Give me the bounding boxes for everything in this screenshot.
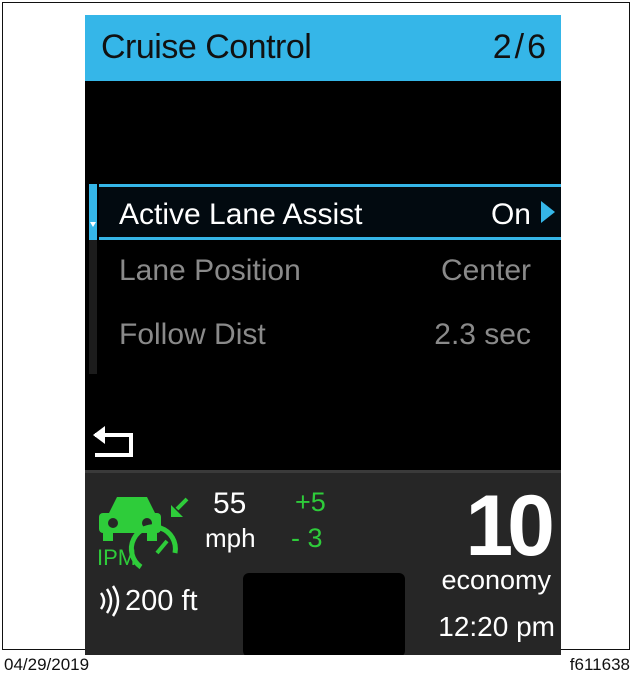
scrollbar[interactable] <box>89 184 97 374</box>
figure-id: f611638 <box>569 655 630 674</box>
status-panel: IPM 55 mph +5 - 3 10 economy 12:20 pm 20… <box>85 473 561 655</box>
menu-item-value: On <box>490 198 531 231</box>
page-indicator: 2/6 <box>492 28 549 66</box>
display-screen: Cruise Control 2/6 Active Lane Assist On… <box>85 15 561 655</box>
menu-item-value: 2.3 sec <box>434 318 531 351</box>
menu-item-value: Center <box>440 254 531 287</box>
blank-display-area <box>243 573 405 655</box>
page-title: Cruise Control <box>101 28 312 66</box>
speed-offset-minus: - 3 <box>291 523 323 553</box>
menu-item-label: Lane Position <box>119 254 301 287</box>
document-date: 04/29/2019 <box>4 655 90 674</box>
menu-item-lane-position[interactable]: Lane Position Center <box>99 243 561 299</box>
ipm-indicator: IPM <box>95 483 195 575</box>
speed-offset-plus: +5 <box>295 487 326 517</box>
menu-item-follow-dist[interactable]: Follow Dist 2.3 sec <box>99 307 561 363</box>
ipm-label: IPM <box>97 545 137 570</box>
back-button[interactable] <box>91 423 139 463</box>
header-bar: Cruise Control 2/6 <box>85 15 561 81</box>
menu-item-label: Follow Dist <box>119 318 266 351</box>
radar-wave-icon <box>99 585 120 617</box>
gear-indicator: 10 <box>465 478 555 574</box>
scroll-thumb[interactable] <box>89 184 97 240</box>
clock: 12:20 pm <box>438 611 555 642</box>
set-speed-unit: mph <box>205 523 256 553</box>
back-arrow-icon <box>93 426 133 457</box>
following-distance-value: 200 ft <box>125 585 198 617</box>
menu-item-active-lane-assist[interactable]: Active Lane Assist On <box>99 184 561 240</box>
chevron-right-icon <box>541 201 555 223</box>
scroll-down-icon <box>90 222 96 227</box>
menu-item-label: Active Lane Assist <box>119 198 363 231</box>
drive-mode: economy <box>441 565 551 595</box>
set-speed-value: 55 <box>213 487 247 520</box>
